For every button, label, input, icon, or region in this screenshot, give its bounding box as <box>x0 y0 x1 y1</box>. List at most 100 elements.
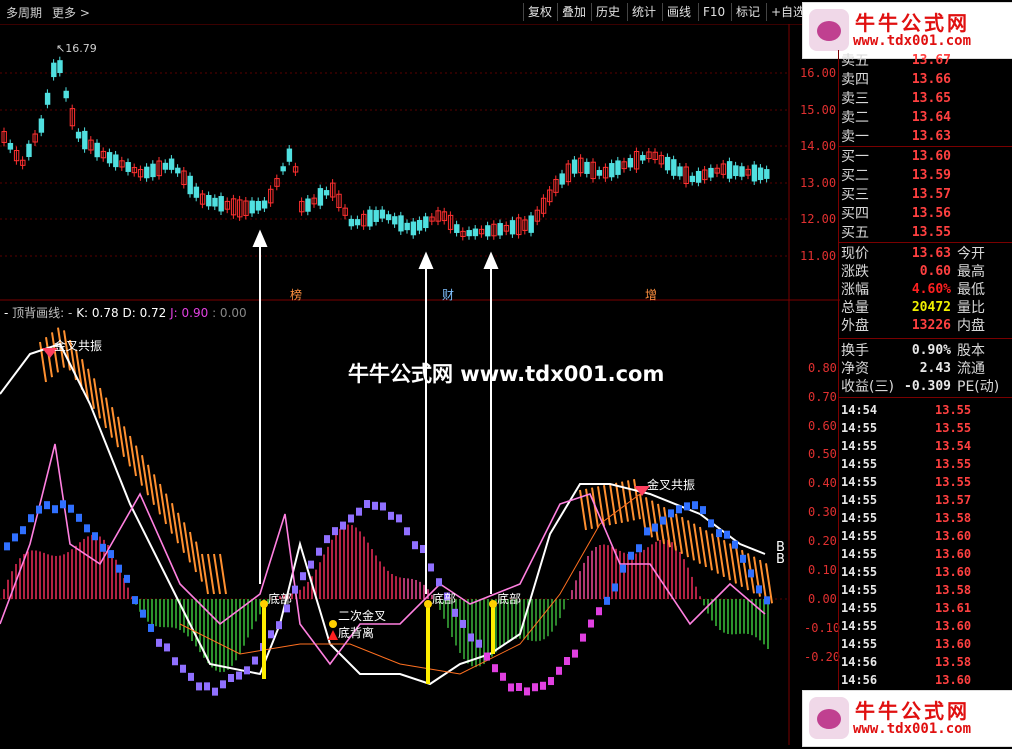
bottom-divergence-label: 底背离 <box>338 626 375 640</box>
signal-block <box>452 608 458 617</box>
quote-label: 最低 <box>957 282 985 298</box>
mark-button[interactable]: 标记 <box>731 3 764 21</box>
signal-block <box>516 682 522 691</box>
quote-label: 总量 <box>841 300 869 316</box>
quote-value: 13.63 <box>911 246 951 261</box>
signal-block <box>132 596 138 605</box>
signal-block <box>36 505 42 514</box>
candle-body <box>286 148 293 162</box>
tick-row: 14:55 13.54 <box>839 437 1012 455</box>
signal-block <box>268 630 274 639</box>
candle-body <box>305 198 311 212</box>
quote-label: 现价 <box>841 246 869 262</box>
tick-row: 14:55 13.60 <box>839 563 1012 581</box>
d-line <box>179 493 641 675</box>
second-golden-cross-label: 二次金叉 <box>338 609 387 623</box>
site-logo: 牛牛公式网 www.tdx001.com <box>802 690 1012 747</box>
draw-line-button[interactable]: 画线 <box>662 3 695 21</box>
quote-row: 卖三 13.65 <box>839 90 1012 108</box>
quote-row: 涨跌 0.60 最高 <box>839 263 1012 281</box>
history-button[interactable]: 历史 <box>591 3 624 21</box>
y-tick: 0.20 <box>808 534 837 548</box>
signal-block <box>348 514 354 523</box>
overlay-button[interactable]: 叠加 <box>557 3 590 21</box>
quote-label: 涨幅 <box>841 282 869 298</box>
signal-block <box>28 514 34 523</box>
bottom-label: 底部 <box>268 592 293 606</box>
resonance-ribbon <box>135 445 143 486</box>
quote-label: PE(动) <box>957 379 1000 395</box>
resonance-ribbon <box>123 426 131 467</box>
tick-time: 14:55 <box>841 529 878 543</box>
signal-block <box>660 516 666 525</box>
bottom-signal-dot <box>260 600 268 608</box>
resonance-ribbon <box>45 337 53 378</box>
resonance-ribbon <box>129 435 137 477</box>
quote-value: 13.66 <box>911 72 951 87</box>
tick-row: 14:55 13.60 <box>839 527 1012 545</box>
quote-label: 最高 <box>957 264 985 280</box>
quote-label: 净资 <box>841 361 869 377</box>
resonance-ribbon <box>111 407 119 448</box>
indicator-header[interactable]: - 顶背画线: - K: 0.78 D: 0.72 J: 0.90 : 0.00 <box>4 304 247 321</box>
resonance-ribbon <box>729 543 737 584</box>
candle-body <box>757 167 764 181</box>
signal-block <box>356 507 362 516</box>
signal-block <box>276 621 282 630</box>
quote-label: 买四 <box>841 206 869 222</box>
candle-body <box>323 190 330 196</box>
candle-body <box>317 188 324 206</box>
tick-row: 14:54 13.55 <box>839 401 1012 419</box>
event-marker-cai[interactable]: 财 <box>442 286 454 303</box>
signal-block <box>436 578 442 587</box>
tick-time: 14:55 <box>841 547 878 561</box>
signal-block <box>212 687 218 696</box>
tick-row: 14:55 13.55 <box>839 473 1012 491</box>
tick-row: 14:55 13.60 <box>839 545 1012 563</box>
tick-time: 14:55 <box>841 619 878 633</box>
event-marker-bang[interactable]: 榜 <box>290 286 302 303</box>
quote-value: 13.59 <box>911 168 951 183</box>
signal-block <box>668 509 674 518</box>
quote-row: 换手 0.90% 股本 <box>839 342 1012 360</box>
tick-price: 13.58 <box>935 655 972 669</box>
quote-row: 卖五 13.67 <box>839 52 1012 70</box>
quote-row: 净资 2.43 流通 <box>839 360 1012 378</box>
candle-body <box>739 166 745 177</box>
signal-block <box>12 533 18 542</box>
candle-body <box>63 90 69 99</box>
quote-label: 卖五 <box>841 53 869 69</box>
signal-block <box>484 652 490 661</box>
resonance-ribbon <box>735 546 743 587</box>
tick-time: 14:55 <box>841 421 878 435</box>
candle-body <box>218 196 224 212</box>
tick-price: 13.55 <box>935 457 972 471</box>
period-selector[interactable]: 多周期 <box>6 4 42 21</box>
signal-block <box>628 551 634 560</box>
bottom-signal-dot <box>424 600 432 608</box>
stats-button[interactable]: 统计 <box>627 3 660 21</box>
tick-price: 13.55 <box>935 421 972 435</box>
fuquan-button[interactable]: 复权 <box>523 3 556 21</box>
tick-row: 14:55 13.55 <box>839 419 1012 437</box>
golden-cross-label: 金叉共振 <box>54 339 103 353</box>
candlesticks <box>1 56 770 241</box>
event-marker-zeng[interactable]: 增 <box>645 286 657 303</box>
tick-time: 14:55 <box>841 583 878 597</box>
signal-block <box>332 527 338 536</box>
f10-button[interactable]: F10 <box>698 3 729 21</box>
signal-block <box>164 643 170 652</box>
divider <box>839 338 1012 339</box>
tick-time: 14:55 <box>841 601 878 615</box>
candle-body <box>75 131 82 139</box>
candle-body <box>497 223 503 236</box>
signal-block <box>756 585 762 594</box>
candle-body <box>689 175 696 183</box>
tick-time: 14:55 <box>841 511 878 525</box>
more-menu[interactable]: 更多 > <box>52 4 90 21</box>
quote-row: 外盘 13226 内盘 <box>839 317 1012 335</box>
candle-body <box>726 161 733 179</box>
signal-block <box>500 672 506 681</box>
candle-body <box>212 197 218 207</box>
resonance-ribbon <box>693 523 701 564</box>
